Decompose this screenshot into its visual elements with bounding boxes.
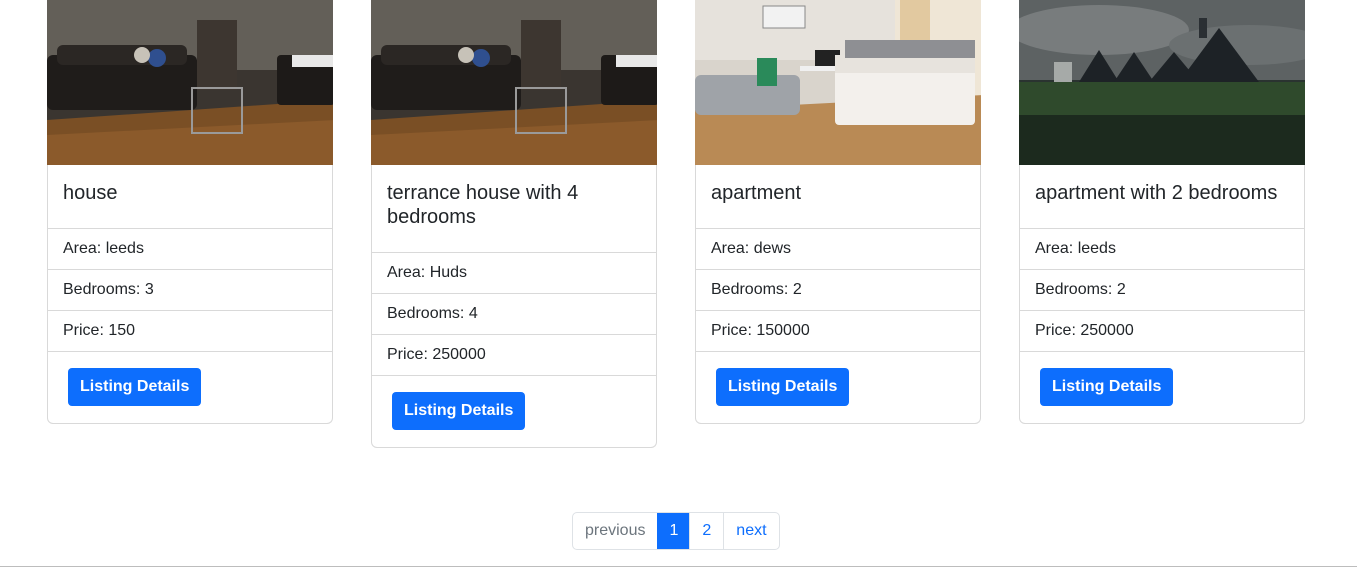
- listing-bedrooms: Bedrooms: 4: [372, 294, 656, 335]
- card-title-area: terrance house with 4 bedrooms: [372, 165, 656, 253]
- listing-area: Area: leeds: [48, 229, 332, 270]
- listing-details-button[interactable]: Listing Details: [68, 368, 202, 406]
- listing-title: house: [63, 182, 118, 204]
- listing-details-button[interactable]: Listing Details: [716, 368, 850, 406]
- card-footer: Listing Details: [48, 352, 332, 422]
- listing-price: Price: 250000: [372, 335, 656, 376]
- listing-price: Price: 250000: [1020, 311, 1304, 352]
- listing-title: apartment with 2 bedrooms: [1035, 182, 1278, 204]
- listing-price: Price: 150000: [696, 311, 980, 352]
- listing-price: Price: 150: [48, 311, 332, 352]
- listing-bedrooms: Bedrooms: 2: [696, 270, 980, 311]
- card-title-area: house: [48, 165, 332, 229]
- card-footer: Listing Details: [1020, 352, 1304, 422]
- card-title-area: apartment: [696, 165, 980, 229]
- listing-photo: [695, 0, 981, 165]
- listing-title: terrance house with 4 bedrooms: [387, 182, 579, 228]
- living-room-image: [371, 0, 657, 165]
- card-footer: Listing Details: [696, 352, 980, 422]
- listing-card: apartment with 2 bedrooms Area: leeds Be…: [1019, 0, 1305, 424]
- pagination-previous: previous: [585, 522, 646, 539]
- listing-details-button[interactable]: Listing Details: [392, 392, 526, 430]
- listing-title: apartment: [711, 182, 802, 204]
- card-footer: Listing Details: [372, 376, 656, 446]
- footer-divider: [0, 566, 1357, 567]
- listing-photo: [47, 0, 333, 165]
- listing-bedrooms: Bedrooms: 3: [48, 270, 332, 311]
- listing-card: apartment Area: dews Bedrooms: 2 Price: …: [695, 0, 981, 424]
- pagination-next[interactable]: next: [723, 513, 778, 549]
- listing-area: Area: leeds: [1020, 229, 1304, 270]
- pagination-page-2[interactable]: 2: [689, 513, 723, 549]
- listing-card: house Area: leeds Bedrooms: 3 Price: 150…: [47, 0, 333, 424]
- listing-area: Area: dews: [696, 229, 980, 270]
- listing-area: Area: Huds: [372, 253, 656, 294]
- houses-exterior-image: [1019, 0, 1305, 165]
- listing-details-button[interactable]: Listing Details: [1040, 368, 1174, 406]
- listing-card: terrance house with 4 bedrooms Area: Hud…: [371, 0, 657, 448]
- living-room-image: [47, 0, 333, 165]
- listing-photo: [1019, 0, 1305, 165]
- card-title-area: apartment with 2 bedrooms: [1020, 165, 1304, 229]
- pagination: previous 1 2 next: [572, 512, 780, 550]
- listing-bedrooms: Bedrooms: 2: [1020, 270, 1304, 311]
- listing-photo: [371, 0, 657, 165]
- pagination-page-1[interactable]: 1: [657, 513, 690, 549]
- bedroom-image: [695, 0, 981, 165]
